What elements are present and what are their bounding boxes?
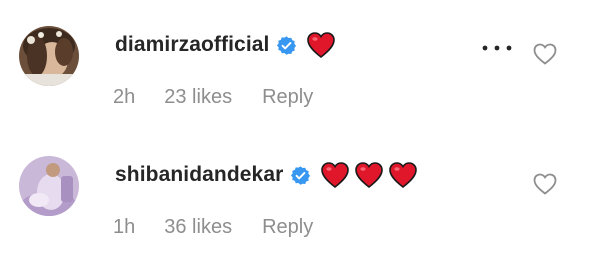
comment-text [307, 32, 341, 59]
comment-content: shibanidandekar [115, 158, 423, 192]
red-heart-emoji [389, 162, 418, 189]
comment-content: diamirzaofficial [115, 28, 341, 62]
comment-likes[interactable]: 36 likes [164, 216, 232, 239]
avatar[interactable] [19, 156, 79, 216]
verified-badge-icon [276, 35, 297, 56]
heart-outline-icon[interactable] [533, 173, 557, 195]
comment-likes[interactable]: 23 likes [164, 86, 232, 109]
comment-item: shibanidandekar 1h 36 likes Reply [0, 144, 600, 264]
avatar-image [19, 26, 79, 86]
red-heart-emoji [321, 162, 350, 189]
reply-button[interactable]: Reply [262, 86, 313, 109]
avatar-image [19, 156, 79, 216]
heart-outline-icon[interactable] [533, 43, 557, 65]
comment-text [321, 162, 423, 189]
comment-time[interactable]: 2h [113, 86, 135, 109]
red-heart-emoji [355, 162, 384, 189]
reply-button[interactable]: Reply [262, 216, 313, 239]
comment-time[interactable]: 1h [113, 216, 135, 239]
avatar[interactable] [19, 26, 79, 86]
comment-meta: 1h 36 likes Reply [113, 216, 313, 239]
comment-meta: 2h 23 likes Reply [113, 86, 313, 109]
username[interactable]: diamirzaofficial [115, 33, 269, 57]
verified-badge-icon [290, 165, 311, 186]
red-heart-emoji [307, 32, 336, 59]
comment-item: diamirzaofficial 2h 23 likes Reply [0, 14, 600, 134]
more-options-icon[interactable] [480, 41, 514, 55]
username[interactable]: shibanidandekar [115, 163, 283, 187]
